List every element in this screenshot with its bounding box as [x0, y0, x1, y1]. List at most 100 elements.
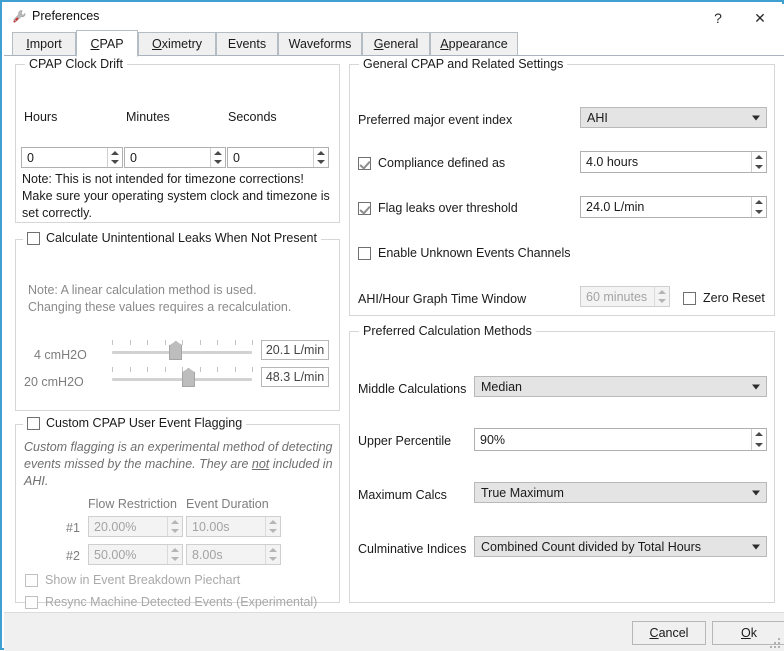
- minutes-value: 0: [130, 150, 137, 165]
- flag-leaks-checkbox[interactable]: [358, 201, 371, 215]
- flag-row-2-duration-spin-up[interactable]: [266, 545, 280, 555]
- flag-leaks-spin-buttons[interactable]: [751, 197, 766, 217]
- compliance-spinbox[interactable]: 4.0 hours: [580, 151, 767, 173]
- flag-leaks-spin-down[interactable]: [752, 207, 766, 217]
- chevron-down-icon[interactable]: [748, 483, 766, 502]
- flag-row-2-duration-spinbox[interactable]: 8.00s: [186, 544, 281, 565]
- ahi-window-spinbox[interactable]: 60 minutes: [580, 286, 670, 307]
- ahi-window-spin-down[interactable]: [655, 297, 669, 307]
- flag-row-1-restriction-spinbox[interactable]: 20.00%: [88, 516, 183, 537]
- flag-leaks-spinbox[interactable]: 24.0 L/min: [580, 196, 767, 218]
- leak-row1-slider[interactable]: [112, 340, 253, 360]
- compliance-spin-buttons[interactable]: [751, 152, 766, 172]
- hours-spin-buttons[interactable]: [107, 148, 122, 167]
- flag-leaks-label: Flag leaks over threshold: [378, 201, 518, 215]
- major-event-index-label: Preferred major event index: [358, 113, 513, 127]
- compliance-label: Compliance defined as: [378, 156, 506, 170]
- flag-row-2-restriction-spinbox[interactable]: 50.00%: [88, 544, 183, 565]
- compliance-row[interactable]: Compliance defined as: [358, 156, 505, 170]
- minutes-spin-up[interactable]: [211, 148, 225, 158]
- tab-cpap[interactable]: CPAP: [76, 30, 138, 57]
- middle-calculations-combo[interactable]: Median: [474, 376, 767, 397]
- major-event-index-value: AHI: [587, 110, 608, 125]
- chevron-down-icon[interactable]: [748, 377, 766, 396]
- ahi-window-value: 60 minutes: [586, 289, 648, 304]
- major-event-index-combo[interactable]: AHI: [580, 107, 767, 128]
- close-button[interactable]: ✕: [740, 6, 780, 30]
- ahi-window-spin-up[interactable]: [655, 287, 669, 297]
- chevron-down-icon[interactable]: [748, 537, 766, 556]
- hours-spinbox[interactable]: 0: [21, 147, 123, 168]
- tab-appearance[interactable]: Appearance: [430, 32, 518, 56]
- upper-percentile-spin-up[interactable]: [752, 429, 766, 440]
- group-title-custom-flagging[interactable]: Custom CPAP User Event Flagging: [23, 416, 247, 430]
- seconds-spin-down[interactable]: [314, 158, 328, 168]
- flag-row-2-duration-value: 8.00s: [192, 547, 223, 562]
- ahi-window-spin-buttons[interactable]: [654, 287, 669, 306]
- custom-flagging-checkbox[interactable]: [27, 416, 40, 430]
- resize-grip[interactable]: [769, 637, 781, 649]
- upper-percentile-spin-down[interactable]: [752, 440, 766, 451]
- show-in-piechart-checkbox[interactable]: [25, 573, 38, 587]
- help-button[interactable]: ?: [698, 6, 738, 30]
- chevron-down-icon[interactable]: [748, 108, 766, 127]
- unknown-events-row[interactable]: Enable Unknown Events Channels: [358, 246, 570, 260]
- flag-leaks-spin-up[interactable]: [752, 197, 766, 207]
- flag-row-1-restriction-spin-down[interactable]: [168, 527, 182, 537]
- flag-row-2-restriction-spin-down[interactable]: [168, 555, 182, 565]
- minutes-spinbox[interactable]: 0: [124, 147, 226, 168]
- leak-row1-slider-handle[interactable]: [169, 345, 183, 360]
- flag-row-1-duration-spinbox[interactable]: 10.00s: [186, 516, 281, 537]
- zero-reset-row[interactable]: Zero Reset: [683, 291, 765, 305]
- culminative-indices-combo[interactable]: Combined Count divided by Total Hours: [474, 536, 767, 557]
- resync-events-row[interactable]: Resync Machine Detected Events (Experime…: [25, 595, 317, 609]
- leak-row1-value: 20.1 L/min: [261, 340, 329, 360]
- flag-row-1-restriction-spin-up[interactable]: [168, 517, 182, 527]
- upper-percentile-spin-buttons[interactable]: [751, 429, 766, 450]
- leak-row1-value-text: 20.1 L/min: [265, 343, 325, 357]
- hours-spin-down[interactable]: [108, 158, 122, 168]
- leak-row2-slider[interactable]: [112, 367, 253, 387]
- flag-row-2-restriction-spin-up[interactable]: [168, 545, 182, 555]
- compliance-spin-up[interactable]: [752, 152, 766, 162]
- zero-reset-checkbox[interactable]: [683, 291, 696, 305]
- resync-events-checkbox[interactable]: [25, 595, 38, 609]
- seconds-spinbox[interactable]: 0: [227, 147, 329, 168]
- calculate-unintentional-leaks-checkbox[interactable]: [27, 231, 40, 245]
- leak-row2-slider-handle[interactable]: [182, 372, 195, 387]
- minutes-spin-buttons[interactable]: [210, 148, 225, 167]
- minutes-spin-down[interactable]: [211, 158, 225, 168]
- tab-waveforms[interactable]: Waveforms: [278, 32, 362, 56]
- flag-row-2-restriction-spin-buttons[interactable]: [167, 545, 182, 564]
- flag-row-1-duration-spin-down[interactable]: [266, 527, 280, 537]
- flag-row-1-duration-spin-buttons[interactable]: [265, 517, 280, 536]
- flag-row-1-restriction-spin-buttons[interactable]: [167, 517, 182, 536]
- show-in-piechart-row[interactable]: Show in Event Breakdown Piechart: [25, 573, 240, 587]
- upper-percentile-spinbox[interactable]: 90%: [474, 428, 767, 451]
- middle-calculations-value: Median: [481, 379, 522, 394]
- tab-general[interactable]: General: [362, 32, 430, 56]
- middle-calculations-label: Middle Calculations: [358, 382, 467, 396]
- seconds-spin-buttons[interactable]: [313, 148, 328, 167]
- unknown-events-label: Enable Unknown Events Channels: [378, 246, 571, 260]
- tab-oximetry[interactable]: Oximetry: [138, 32, 216, 56]
- group-calculation-methods: Preferred Calculation Methods Middle Cal…: [349, 324, 775, 603]
- maximum-calcs-combo[interactable]: True Maximum: [474, 482, 767, 503]
- hours-spin-up[interactable]: [108, 148, 122, 158]
- flag-row-1-duration-spin-up[interactable]: [266, 517, 280, 527]
- flag-leaks-row[interactable]: Flag leaks over threshold: [358, 201, 518, 215]
- cancel-button[interactable]: Cancel: [632, 621, 706, 645]
- tab-import[interactable]: Import: [12, 32, 76, 56]
- unknown-events-checkbox[interactable]: [358, 246, 371, 260]
- compliance-checkbox[interactable]: [358, 156, 371, 170]
- flag-row-2-duration-spin-buttons[interactable]: [265, 545, 280, 564]
- group-title-calculation-methods: Preferred Calculation Methods: [359, 324, 536, 338]
- compliance-spin-down[interactable]: [752, 162, 766, 172]
- seconds-spin-up[interactable]: [314, 148, 328, 158]
- flow-restriction-header: Flow Restriction: [88, 497, 177, 511]
- flag-row-2-duration-spin-down[interactable]: [266, 555, 280, 565]
- group-title-unintentional-leaks[interactable]: Calculate Unintentional Leaks When Not P…: [23, 231, 321, 245]
- tab-events[interactable]: Events: [216, 32, 278, 56]
- calculate-unintentional-leaks-label: Calculate Unintentional Leaks When Not P…: [46, 231, 317, 245]
- culminative-indices-label: Culminative Indices: [358, 542, 467, 556]
